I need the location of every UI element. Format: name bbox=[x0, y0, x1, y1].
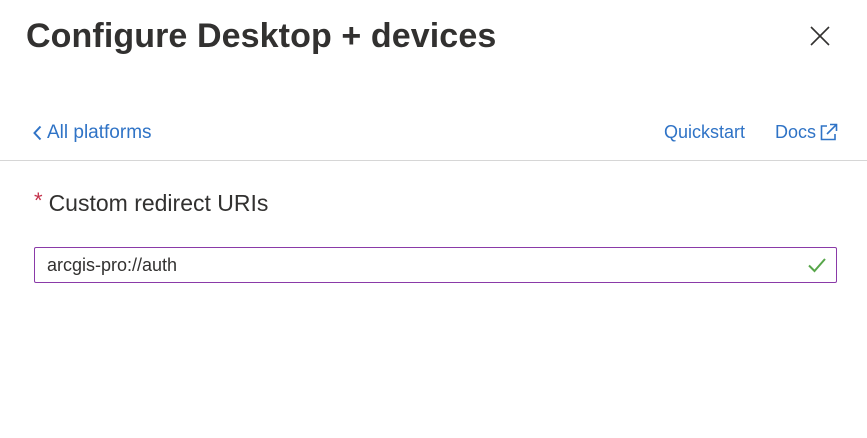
docs-label: Docs bbox=[775, 122, 817, 142]
all-platforms-label: All platforms bbox=[47, 122, 152, 143]
checkmark-icon bbox=[808, 258, 826, 273]
configure-panel: Configure Desktop + devices All platform… bbox=[0, 0, 867, 438]
header-divider bbox=[0, 160, 867, 161]
docs-link[interactable]: Docs bbox=[775, 118, 838, 146]
redirect-uri-field bbox=[34, 247, 837, 283]
panel-title: Configure Desktop + devices bbox=[26, 17, 497, 55]
nav-row: All platforms Quickstart Docs bbox=[0, 118, 867, 148]
quickstart-link[interactable]: Quickstart bbox=[664, 118, 745, 146]
close-button[interactable] bbox=[804, 20, 836, 52]
redirect-uri-input[interactable] bbox=[35, 248, 795, 282]
redirect-uri-label: * Custom redirect URIs bbox=[34, 188, 268, 218]
required-marker: * bbox=[34, 188, 43, 213]
redirect-uri-label-text: Custom redirect URIs bbox=[48, 190, 269, 216]
close-icon bbox=[810, 26, 830, 46]
all-platforms-link[interactable]: All platforms bbox=[33, 118, 152, 148]
chevron-left-icon bbox=[33, 125, 42, 141]
external-link-icon bbox=[820, 123, 838, 140]
